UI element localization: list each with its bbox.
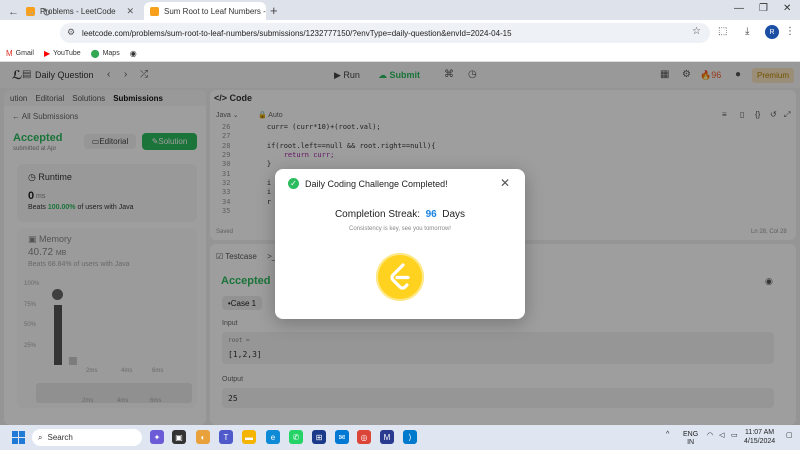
tab-title: Sum Root to Leaf Numbers - Le <box>164 6 266 16</box>
search-icon: ⌕ <box>38 432 43 442</box>
task-view-icon[interactable]: ▣ <box>172 430 186 444</box>
bookmark-globe[interactable]: ◉ <box>130 49 137 58</box>
forward-icon[interactable]: → <box>25 6 36 18</box>
bookmark-gmail[interactable]: M Gmail <box>6 49 34 58</box>
app-icon[interactable]: M <box>380 430 394 444</box>
url-text: leetcode.com/problems/sum-root-to-leaf-n… <box>82 28 512 38</box>
completion-streak: Completion Streak: 96 Days <box>334 209 466 220</box>
taskbar-search[interactable]: ⌕ Search <box>32 429 142 446</box>
taskbar-clock[interactable]: 11:07 AM 4/15/2024 <box>744 428 775 446</box>
youtube-icon: ▶ <box>43 49 51 58</box>
check-circle-icon: ✓ <box>288 178 299 189</box>
download-icon[interactable]: ⤓ <box>745 26 749 37</box>
back-icon[interactable]: ← <box>8 6 19 18</box>
chrome-icon[interactable]: ◎ <box>357 430 371 444</box>
maximize-icon[interactable]: ❐ <box>759 3 768 14</box>
close-tab-icon[interactable]: ✕ <box>126 6 134 17</box>
teams-icon[interactable]: T <box>219 430 233 444</box>
tray-chevron-icon[interactable]: ^ <box>666 431 669 438</box>
battery-icon[interactable]: ▭ <box>731 431 738 439</box>
windows-start-icon[interactable] <box>12 431 25 444</box>
modal-title: Daily Coding Challenge Completed! <box>305 179 448 189</box>
edge-icon[interactable]: e <box>266 430 280 444</box>
minimize-icon[interactable]: — <box>734 3 744 14</box>
reload-icon[interactable]: ↻ <box>42 6 51 19</box>
address-bar[interactable]: leetcode.com/problems/sum-root-to-leaf-n… <box>60 23 710 43</box>
streak-number: 96 <box>425 209 437 220</box>
new-tab-icon[interactable]: + <box>270 3 278 18</box>
leetcode-favicon-icon <box>150 6 159 16</box>
wifi-icon[interactable]: ◠ <box>707 431 713 439</box>
copilot-icon[interactable]: ✦ <box>150 430 164 444</box>
leetcode-badge-icon <box>376 253 424 301</box>
whatsapp-icon[interactable]: ✆ <box>289 430 303 444</box>
site-info-icon[interactable]: ⚙ <box>67 27 75 38</box>
extensions-icon[interactable]: ⬚ <box>718 26 727 37</box>
modal-subtitle: Consistency is key, see you tomorrow! <box>349 226 451 232</box>
maps-icon: ⬤ <box>90 49 100 58</box>
close-window-icon[interactable]: ✕ <box>783 3 791 14</box>
store-icon[interactable]: ⊞ <box>312 430 326 444</box>
bookmark-maps[interactable]: ⬤ Maps <box>91 49 120 58</box>
browser-tab-sum-root[interactable]: Sum Root to Leaf Numbers - Le ✕ <box>144 2 266 20</box>
bookmark-youtube[interactable]: ▶ YouTube <box>44 49 81 58</box>
globe-icon: ◉ <box>129 49 137 58</box>
gmail-icon: M <box>6 49 13 58</box>
profile-avatar[interactable]: R <box>765 25 779 39</box>
modal-close-icon[interactable]: ✕ <box>500 176 510 190</box>
browser-tab-problems[interactable]: Problems - LeetCode ✕ <box>20 2 140 20</box>
menu-kebab-icon[interactable]: ⋮ <box>785 26 795 37</box>
volume-icon[interactable]: ◁ <box>719 431 724 439</box>
mail-icon[interactable]: ✉ <box>335 430 349 444</box>
widgets-icon[interactable]: ◐ <box>196 430 210 444</box>
bookmark-star-icon[interactable]: ☆ <box>692 26 701 37</box>
bookmarks-bar: M Gmail ▶ YouTube ⬤ Maps ◉ <box>0 46 800 62</box>
notifications-icon[interactable]: ▢ <box>786 431 793 439</box>
file-explorer-icon[interactable]: ▬ <box>242 430 256 444</box>
tab-title: Problems - LeetCode <box>40 6 116 16</box>
vscode-icon[interactable]: ⟩ <box>403 430 417 444</box>
language-indicator[interactable]: ENG IN <box>683 431 698 447</box>
